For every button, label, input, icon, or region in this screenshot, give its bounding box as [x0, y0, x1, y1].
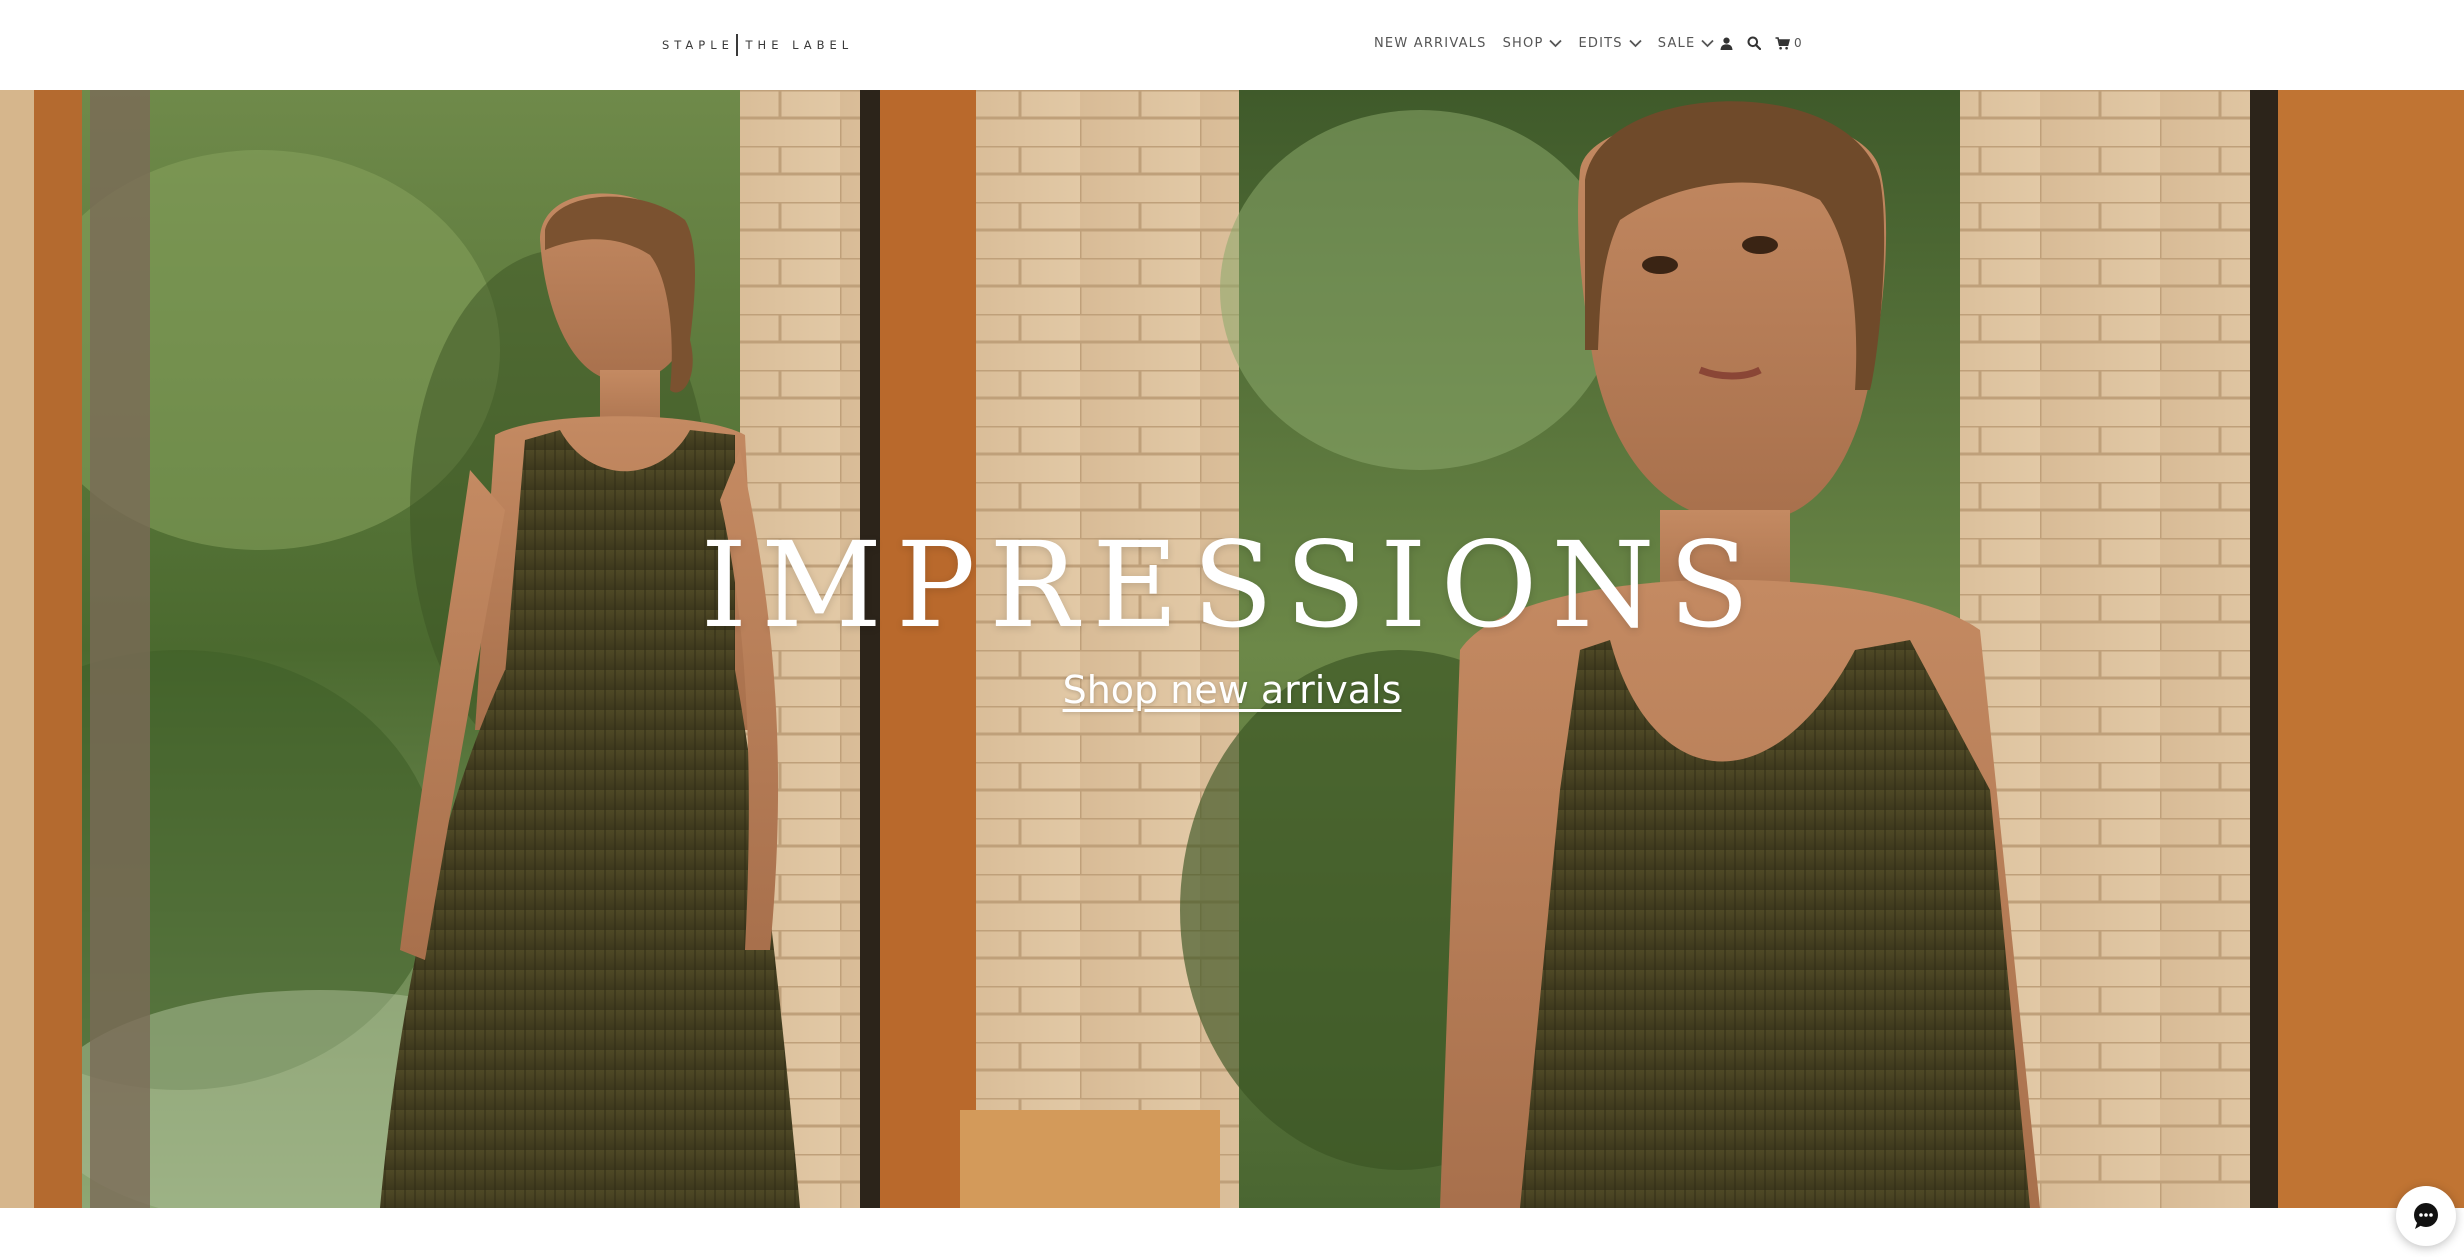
search-icon — [1747, 36, 1761, 50]
brand-logo[interactable]: STAPLE THE LABEL — [662, 34, 853, 56]
account-button[interactable] — [1720, 37, 1733, 50]
chevron-down-icon — [1549, 39, 1563, 47]
chevron-down-icon — [1701, 39, 1715, 47]
cart-count: 0 — [1794, 36, 1802, 50]
nav-new-arrivals-label: NEW ARRIVALS — [1374, 35, 1487, 51]
shop-new-arrivals-label: Shop new arrivals — [1062, 668, 1402, 712]
nav-edits-label: EDITS — [1578, 35, 1623, 51]
hero-banner[interactable]: IMPRESSIONS Shop new arrivals — [0, 90, 2464, 1208]
search-button[interactable] — [1747, 36, 1761, 50]
hero-title: IMPRESSIONS — [700, 516, 1764, 654]
nav-sale[interactable]: SALE — [1658, 36, 1715, 51]
logo-text-left: STAPLE — [662, 38, 734, 52]
chat-bubble-icon — [2414, 1203, 2438, 1229]
nav-shop-label: SHOP — [1502, 35, 1544, 51]
main-nav: NEW ARRIVALS SHOP EDITS SALE — [1374, 32, 1730, 54]
header-tools: 0 — [1720, 32, 1816, 54]
logo-text-right: THE LABEL — [745, 38, 854, 52]
logo-divider — [735, 34, 738, 56]
cart-button[interactable]: 0 — [1775, 36, 1802, 50]
cart-icon — [1775, 36, 1790, 49]
shop-new-arrivals-link[interactable]: Shop new arrivals — [0, 668, 2464, 712]
nav-edits[interactable]: EDITS — [1578, 35, 1642, 51]
chat-widget-button[interactable] — [2396, 1186, 2456, 1246]
nav-shop[interactable]: SHOP — [1503, 36, 1563, 51]
nav-sale-label: SALE — [1657, 35, 1696, 51]
nav-new-arrivals[interactable]: NEW ARRIVALS — [1374, 36, 1487, 51]
chevron-down-icon — [1629, 39, 1642, 47]
user-icon — [1720, 37, 1733, 50]
site-header: STAPLE THE LABEL NEW ARRIVALS SHOP EDITS… — [0, 0, 2464, 90]
